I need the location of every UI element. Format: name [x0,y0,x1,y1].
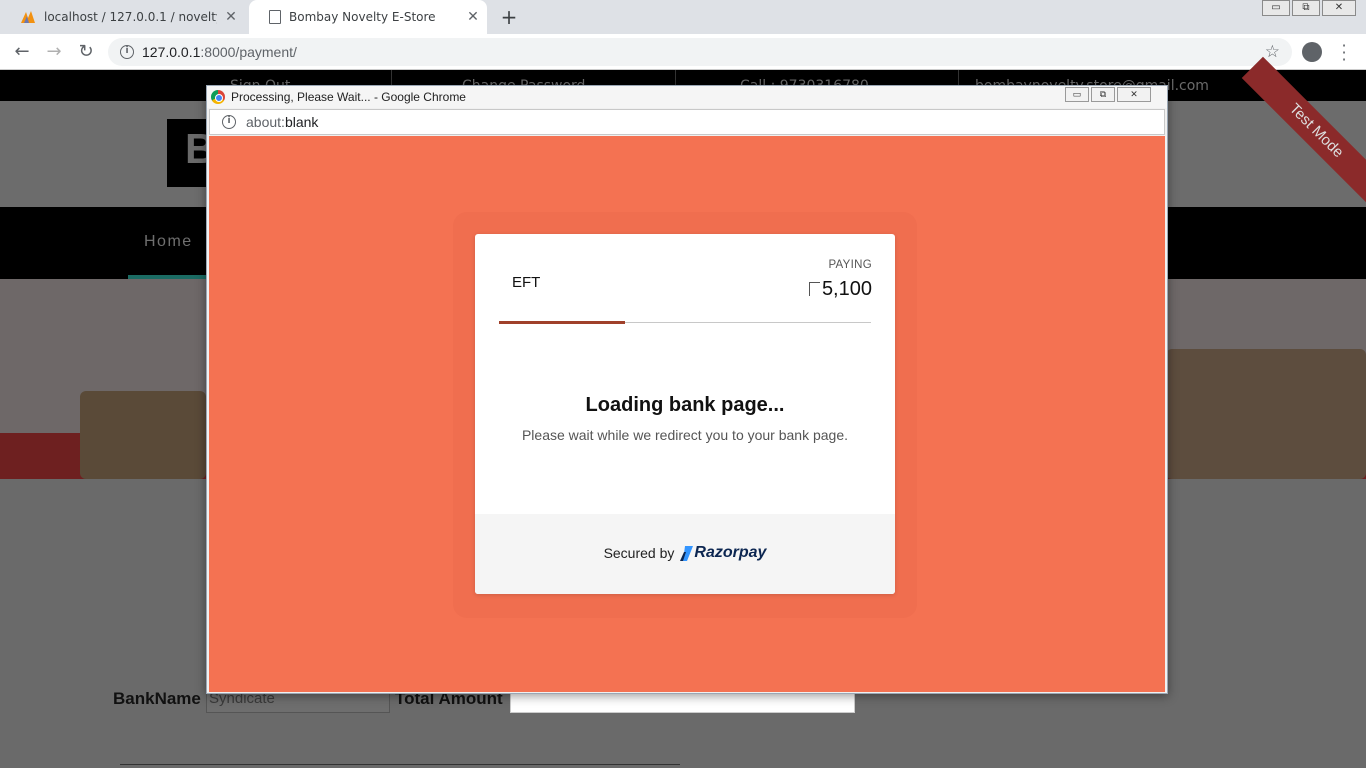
address-host: 127.0.0.1 [142,44,201,60]
amount-value: 5,100 [821,278,872,300]
secured-by-text: Secured by [603,545,675,561]
popup-titlebar: Processing, Please Wait... - Google Chro… [207,86,1167,108]
progress-track [499,321,871,324]
form-buttons-row [120,764,680,768]
tab-title: localhost / 127.0.0.1 / novelty_sto [44,10,217,24]
document-icon [269,10,281,24]
new-tab-button[interactable]: + [498,5,520,29]
menu-icon[interactable]: · · · [1338,38,1350,68]
tab-bombay-novelty[interactable]: Bombay Novelty E-Store ✕ [249,0,487,34]
phpmyadmin-icon [21,11,35,23]
tab-phpmyadmin[interactable]: localhost / 127.0.0.1 / novelty_sto ✕ [0,0,245,34]
close-tab-icon[interactable]: ✕ [217,9,245,25]
address-path: :8000/payment/ [200,44,297,60]
minimize-button[interactable]: ▭ [1262,0,1290,16]
payment-amount: 5,100 [808,278,872,301]
banner-product-image [1166,349,1366,479]
address-bar[interactable]: i 127.0.0.1:8000/payment/ ☆ [108,38,1292,66]
popup-url: about:blank [246,114,318,130]
loading-title: Loading bank page... [585,394,785,416]
back-icon[interactable]: ← [10,40,34,64]
nav-home[interactable]: Home [128,207,206,279]
card-footer: Secured by Razorpay [475,514,895,594]
razorpay-overlay: EFT PAYING 5,100 Loading bank page... Pl… [209,136,1165,692]
restore-button[interactable]: ⧉ [1292,0,1320,16]
info-icon[interactable]: i [120,45,134,59]
popup-title: Processing, Please Wait... - Google Chro… [231,90,466,104]
razorpay-brand: Razorpay [694,544,767,561]
progress-fill [499,321,626,324]
razorpay-logo-icon: Razorpay [680,544,766,562]
popup-close-button[interactable]: ✕ [1117,87,1151,102]
popup-restore-button[interactable]: ⧉ [1091,87,1115,102]
forward-icon[interactable]: → [42,40,66,64]
payment-popup-window: Processing, Please Wait... - Google Chro… [206,85,1168,694]
url-page: blank [284,114,319,130]
banner-product-image [80,391,206,479]
tab-title: Bombay Novelty E-Store [289,10,436,24]
close-window-button[interactable]: ✕ [1322,0,1356,16]
star-icon[interactable]: ☆ [1265,42,1280,62]
secured-by: Secured by Razorpay [475,544,895,562]
popup-address-bar[interactable]: i about:blank [209,109,1165,135]
razorpay-mark-icon [680,545,694,561]
reload-icon[interactable]: ↻ [74,40,98,64]
popup-minimize-button[interactable]: ▭ [1065,87,1089,102]
address-url: 127.0.0.1:8000/payment/ [142,44,297,60]
payment-card: EFT PAYING 5,100 Loading bank page... Pl… [475,234,895,594]
chrome-icon [211,90,225,104]
window-controls: ▭ ⧉ ✕ [1260,0,1356,16]
loading-subtitle: Please wait while we redirect you to you… [521,427,849,443]
browser-toolbar: ← → ↻ i 127.0.0.1:8000/payment/ ☆ · · · [0,34,1366,70]
info-icon[interactable]: i [222,115,236,129]
popup-window-controls: ▭ ⧉ ✕ [1063,87,1151,102]
tab-strip: localhost / 127.0.0.1 / novelty_sto ✕ Bo… [0,0,1366,34]
currency-icon [808,282,820,296]
profile-icon[interactable] [1302,42,1322,62]
url-scheme: about: [246,114,285,130]
close-tab-icon[interactable]: ✕ [459,9,487,25]
payment-method: EFT [512,274,541,291]
bank-name-label: BankName [113,689,201,708]
paying-label: PAYING [828,259,872,271]
